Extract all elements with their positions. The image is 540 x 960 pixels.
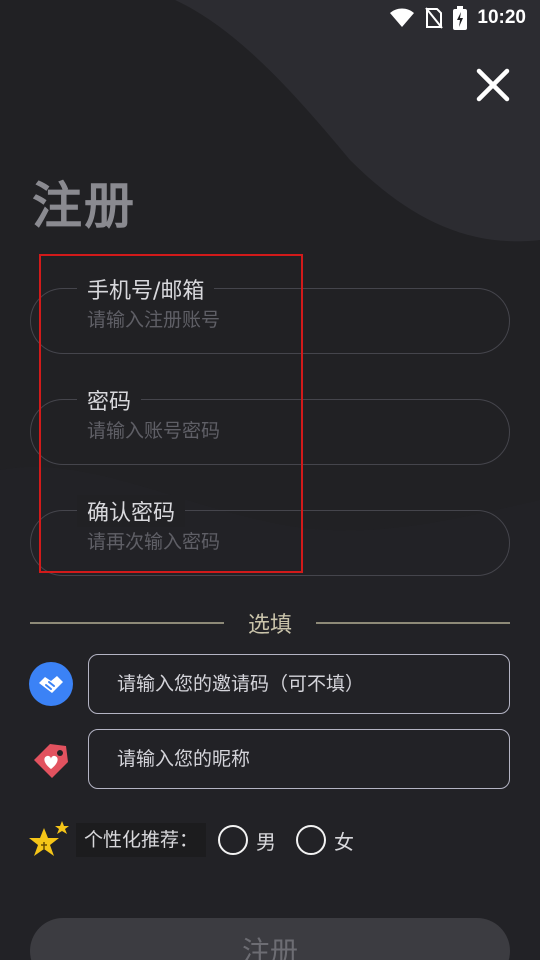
password-field: 密码 xyxy=(30,384,510,465)
radio-circle xyxy=(296,825,327,855)
battery-charging-icon xyxy=(453,6,468,30)
star-icon xyxy=(29,821,69,856)
confirm-password-field-label: 确认密码 xyxy=(77,495,186,527)
divider-line-left xyxy=(30,622,224,624)
wifi-icon xyxy=(390,8,415,27)
page-title: 注册 xyxy=(32,177,136,235)
password-input[interactable] xyxy=(87,420,487,442)
invite-code-input[interactable] xyxy=(88,654,510,714)
account-field: 手机号/邮箱 xyxy=(30,273,510,354)
invite-code-row xyxy=(28,654,510,714)
nickname-row xyxy=(28,729,510,789)
account-input[interactable] xyxy=(87,309,487,331)
gender-female-label: 女 xyxy=(334,829,355,854)
radio-circle xyxy=(218,825,249,855)
divider-line-right xyxy=(316,622,511,624)
close-button[interactable] xyxy=(472,64,514,106)
handshake-icon xyxy=(29,662,73,706)
tag-heart-icon xyxy=(34,744,68,778)
confirm-password-input[interactable] xyxy=(87,531,487,553)
nickname-input[interactable] xyxy=(88,729,510,789)
gender-male-radio[interactable]: 男 xyxy=(218,825,276,855)
background-wave xyxy=(0,0,540,960)
gender-male-label: 男 xyxy=(256,829,277,854)
status-time: 10:20 xyxy=(477,7,526,28)
account-field-label: 手机号/邮箱 xyxy=(77,273,215,305)
gender-female-radio[interactable]: 女 xyxy=(296,825,354,855)
no-sim-icon xyxy=(425,7,444,29)
preference-row: 个性化推荐： 男 女 xyxy=(28,818,508,862)
optional-divider: 选填 xyxy=(30,606,511,640)
confirm-password-field: 确认密码 xyxy=(30,495,510,576)
password-field-label: 密码 xyxy=(77,384,142,416)
preference-label: 个性化推荐： xyxy=(76,823,207,857)
register-button[interactable]: 注册 xyxy=(30,918,510,960)
status-bar: 10:20 xyxy=(0,0,540,36)
close-icon xyxy=(476,68,510,102)
optional-label: 选填 xyxy=(248,613,293,638)
